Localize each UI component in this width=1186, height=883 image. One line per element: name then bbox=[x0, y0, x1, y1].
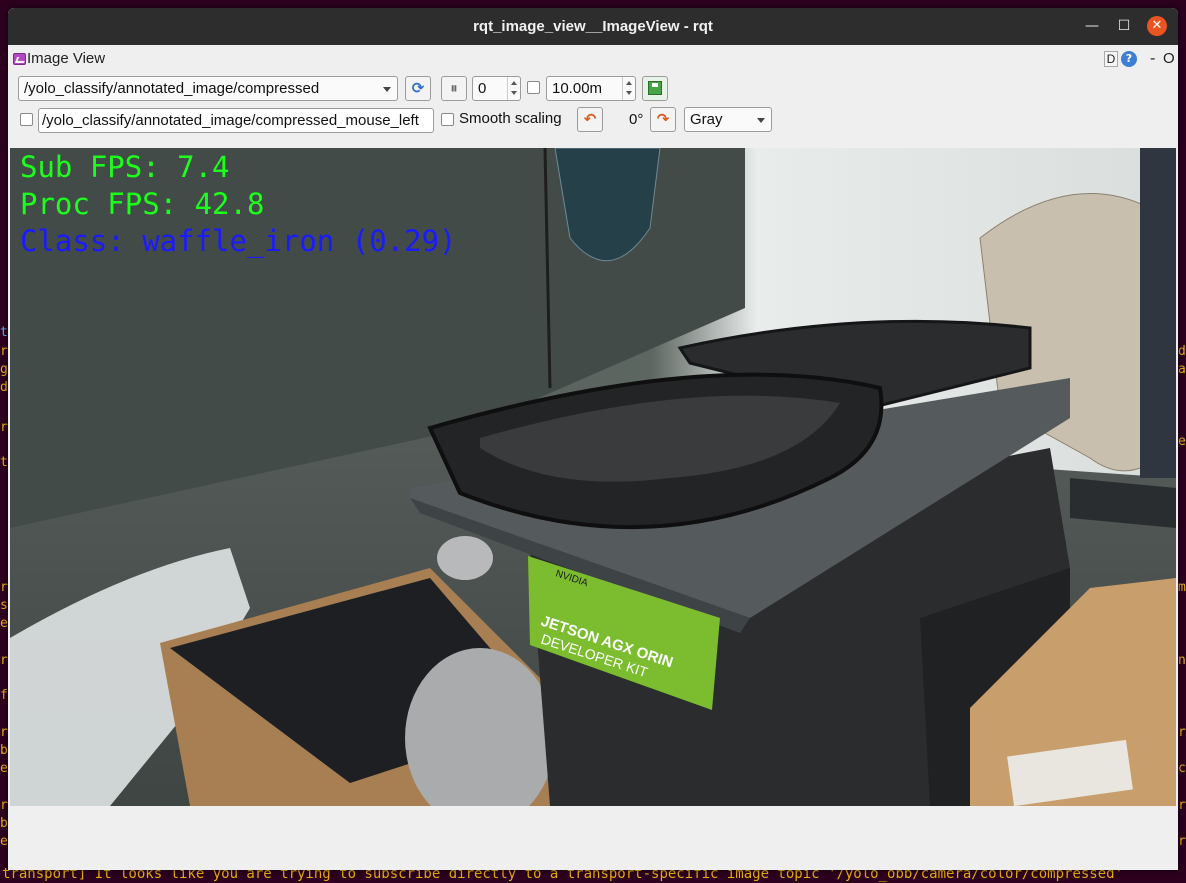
class-text: Class: waffle_iron (0.29) bbox=[20, 224, 457, 258]
terminal-fragment: r bbox=[0, 653, 8, 668]
save-icon bbox=[648, 81, 662, 95]
refresh-topics-button[interactable]: ⟳ bbox=[405, 76, 431, 101]
maximize-icon[interactable]: ☐ bbox=[1114, 16, 1134, 36]
terminal-fragment: r bbox=[0, 725, 8, 740]
image-view-plugin-icon bbox=[13, 53, 26, 65]
terminal-fragment: r bbox=[0, 580, 8, 595]
color-scheme-value: Gray bbox=[690, 111, 723, 128]
backpack-strap bbox=[1140, 148, 1176, 478]
terminal-fragment: e bbox=[0, 834, 8, 849]
rotate-left-button[interactable]: ↶ bbox=[577, 107, 603, 132]
dock-minimize-button[interactable]: - bbox=[1150, 49, 1155, 67]
dock-title: Image View bbox=[27, 50, 106, 67]
pause-button[interactable]: ⏸ bbox=[441, 76, 467, 101]
terminal-fragment: d bbox=[1178, 344, 1186, 359]
terminal-fragment: s bbox=[0, 598, 8, 613]
terminal-fragment: c bbox=[1178, 761, 1186, 776]
terminal-fragment: r bbox=[0, 344, 8, 359]
terminal-fragment: r bbox=[0, 798, 8, 813]
dock-d-button[interactable]: D bbox=[1104, 51, 1118, 67]
chevron-down-icon bbox=[383, 87, 391, 92]
terminal-fragment: r bbox=[1178, 798, 1186, 813]
close-icon[interactable]: ✕ bbox=[1147, 16, 1167, 36]
spin-arrows-icon[interactable] bbox=[622, 77, 635, 100]
dock-header: Image View D ? - O bbox=[10, 47, 1176, 69]
max-range-spinbox[interactable]: 10.00m bbox=[546, 76, 636, 101]
window-title: rqt_image_view__ImageView - rqt bbox=[473, 18, 713, 35]
terminal-fragment: t bbox=[0, 325, 8, 340]
terminal-fragment: r bbox=[0, 420, 8, 435]
proc-fps-text: Proc FPS: 42.8 bbox=[20, 187, 265, 221]
terminal-fragment: e bbox=[0, 761, 8, 776]
mouse-topic-input[interactable]: /yolo_classify/annotated_image/compresse… bbox=[38, 108, 434, 133]
dock-close-button[interactable]: O bbox=[1163, 50, 1175, 67]
terminal-fragment: a bbox=[1178, 362, 1186, 377]
terminal-fragment: g bbox=[0, 362, 8, 377]
color-scheme-select[interactable]: Gray bbox=[684, 107, 772, 132]
camera-image[interactable]: JETSON AGX ORIN DEVELOPER KIT NVIDIA Sub… bbox=[10, 148, 1176, 806]
terminal-fragment: e bbox=[1178, 434, 1186, 449]
save-image-button[interactable] bbox=[642, 76, 668, 101]
sub-fps-text: Sub FPS: 7.4 bbox=[20, 150, 230, 184]
minimize-icon[interactable]: — bbox=[1082, 16, 1102, 36]
terminal-fragment: d bbox=[0, 380, 8, 395]
terminal-fragment: f bbox=[0, 688, 8, 703]
rotate-right-button[interactable]: ↷ bbox=[650, 107, 676, 132]
spin-arrows-icon[interactable] bbox=[507, 77, 520, 100]
dynamic-range-checkbox[interactable] bbox=[527, 81, 540, 94]
terminal-fragment: t bbox=[0, 455, 8, 470]
title-bar[interactable]: rqt_image_view__ImageView - rqt — ☐ ✕ bbox=[8, 8, 1178, 45]
image-view-padding bbox=[10, 806, 1176, 870]
topic-select[interactable]: /yolo_classify/annotated_image/compresse… bbox=[18, 76, 398, 101]
terminal-fragment: e bbox=[0, 616, 8, 631]
terminal-fragment: b bbox=[0, 743, 8, 758]
max-range-value: 10.00m bbox=[552, 80, 603, 97]
terminal-fragment: n bbox=[1178, 653, 1186, 668]
rotation-label: 0° bbox=[629, 111, 644, 128]
publish-mouse-checkbox[interactable] bbox=[20, 113, 33, 126]
help-icon[interactable]: ? bbox=[1121, 51, 1137, 67]
smooth-scaling-checkbox[interactable] bbox=[441, 113, 454, 126]
min-range-value: 0 bbox=[478, 80, 487, 97]
smooth-scaling-label[interactable]: Smooth scaling bbox=[459, 110, 562, 127]
terminal-fragment: b bbox=[0, 816, 8, 831]
terminal-fragment: r bbox=[1178, 725, 1186, 740]
rqt-window: rqt_image_view__ImageView - rqt — ☐ ✕ Im… bbox=[8, 8, 1178, 870]
terminal-fragment: m bbox=[1178, 580, 1186, 595]
terminal-fragment: r bbox=[1178, 834, 1186, 849]
topic-select-value: /yolo_classify/annotated_image/compresse… bbox=[24, 80, 320, 97]
chevron-down-icon bbox=[757, 118, 765, 123]
min-range-spinbox[interactable]: 0 bbox=[472, 76, 521, 101]
